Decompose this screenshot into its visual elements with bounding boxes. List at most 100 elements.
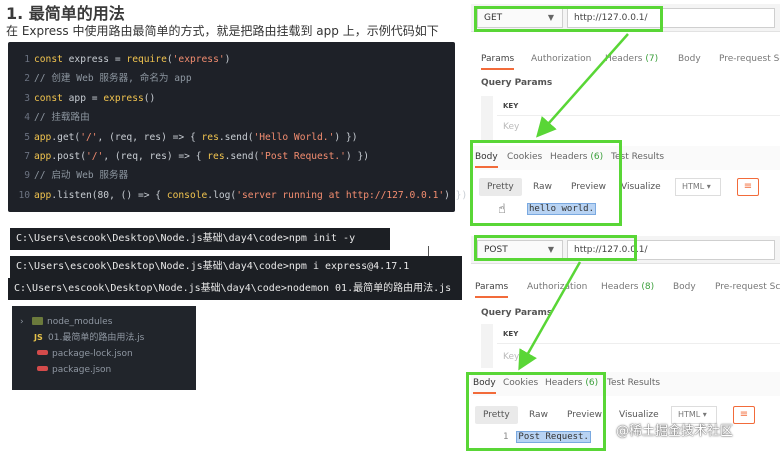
code-line: 9 // 启动 Web 服务器: [8, 166, 455, 185]
tab-pre-request[interactable]: Pre-request Scr: [719, 54, 780, 64]
code-token: const: [34, 92, 69, 104]
tree-item-node-modules[interactable]: › node_modules: [12, 314, 196, 330]
code-token: 'express': [172, 54, 225, 65]
language-label: HTML: [682, 182, 705, 191]
terminal-line-npm-init: C:\Users\escook\Desktop\Node.js基础\day4\c…: [10, 228, 390, 250]
code-line: 4 // 挂载路由: [8, 108, 455, 127]
code-token: 'Post Request.': [259, 150, 346, 162]
resp-tab-test-results[interactable]: Test Results: [607, 378, 660, 388]
code-token: .listen(80, () => {: [51, 189, 167, 201]
code-token: .send(: [218, 131, 254, 143]
tab-body[interactable]: Body: [673, 282, 696, 292]
tree-item-label: 01.最简单的路由用法.js: [48, 333, 145, 343]
tab-label: Headers: [601, 282, 639, 292]
code-token: // 创建 Web 服务器, 命名为 app: [34, 73, 192, 85]
code-token: , (req, res) => {: [97, 131, 202, 143]
code-token: res: [207, 150, 225, 162]
code-token: console: [166, 189, 208, 201]
highlight-get-url: [474, 6, 663, 32]
wrap-lines-icon[interactable]: ≡: [733, 406, 755, 424]
line-number: 1: [24, 54, 30, 65]
tree-item-label: package.json: [52, 365, 112, 375]
code-block: 1 const express = require('express') 2// 创…: [8, 42, 467, 212]
code-token: const: [34, 54, 69, 65]
file-explorer: › node_modules JS 01.最简单的路由用法.js package-l…: [12, 306, 196, 390]
tree-item-package-lock[interactable]: package-lock.json: [12, 346, 196, 362]
query-params-label: Query Params: [481, 308, 553, 318]
json-file-icon: [37, 350, 48, 355]
tab-headers[interactable]: Headers (8): [601, 282, 654, 292]
line-number: 5: [24, 131, 30, 143]
key-column-header: KEY: [497, 96, 780, 116]
code-line: 5 app.get('/', (req, res) => { res.send('…: [8, 128, 455, 147]
chevron-right-icon: ›: [20, 317, 24, 327]
highlight-post-response: [466, 372, 606, 451]
tab-authorization[interactable]: Authorization: [527, 282, 587, 292]
code-token: express: [103, 92, 144, 104]
tree-item-label: node_modules: [47, 317, 113, 327]
code-token: (): [143, 92, 156, 104]
tab-params[interactable]: Params: [481, 54, 515, 70]
line-number: 2: [24, 73, 30, 85]
js-file-icon: JS: [34, 333, 43, 342]
code-line: 3 const app = express(): [8, 89, 455, 108]
code-token: , (req, res) => {: [103, 150, 208, 162]
code-token: app: [34, 150, 52, 162]
tab-count: (8): [641, 282, 655, 292]
line-number: 9: [24, 170, 30, 182]
tab-pre-request[interactable]: Pre-request Scri: [715, 282, 780, 292]
code-line: 1 const express = require('express'): [8, 50, 455, 69]
code-token: ): [224, 54, 231, 65]
tab-label: Headers: [605, 54, 643, 64]
code-token: 'Hello World.': [253, 131, 335, 143]
tab-headers[interactable]: Headers (7): [605, 54, 658, 64]
json-file-icon: [37, 366, 48, 371]
line-number: 3: [24, 92, 30, 104]
code-token: '/': [85, 150, 104, 162]
query-params-label: Query Params: [481, 78, 553, 88]
request-tabs: Params Authorization Headers (8) Body Pr…: [471, 276, 780, 300]
code-line: 2 // 创建 Web 服务器, 命名为 app: [8, 69, 455, 88]
key-input[interactable]: Key: [497, 346, 780, 368]
highlight-post-url: [474, 235, 637, 261]
language-select[interactable]: HTML ▾: [675, 178, 721, 196]
highlight-get-response: [470, 140, 622, 226]
code-token: .post(: [51, 150, 86, 162]
request-tabs: Params Authorization Headers (7) Body Pr…: [471, 48, 780, 72]
code-token: app: [34, 189, 52, 201]
language-label: HTML: [678, 410, 701, 419]
code-token: .log(: [207, 189, 237, 201]
code-token: app: [34, 131, 52, 143]
tab-params[interactable]: Params: [475, 282, 509, 298]
key-input[interactable]: Key: [497, 116, 780, 138]
params-gutter: [481, 96, 493, 140]
wrap-lines-icon[interactable]: ≡: [737, 178, 759, 196]
code-token: require: [126, 54, 167, 65]
code-line: 10 app.listen(80, () => { console.log('se…: [8, 186, 467, 205]
code-token: res: [201, 131, 219, 143]
code-token: // 挂载路由: [34, 112, 90, 124]
code-token: '/': [80, 131, 98, 143]
code-token: express =: [68, 54, 127, 65]
tab-count: (7): [645, 54, 659, 64]
section-heading: 1. 最简单的用法: [6, 4, 125, 23]
code-token: .send(: [224, 150, 260, 162]
terminal-line-nodemon: C:\Users\escook\Desktop\Node.js基础\day4\c…: [8, 278, 462, 300]
tab-body[interactable]: Body: [678, 54, 701, 64]
line-number: 10: [18, 189, 30, 201]
code-token: ) }): [334, 131, 358, 143]
terminal-line-npm-install: C:\Users\escook\Desktop\Node.js基础\day4\c…: [10, 256, 462, 278]
tab-authorization[interactable]: Authorization: [531, 54, 591, 64]
params-gutter: [481, 324, 493, 368]
tree-item-label: package-lock.json: [52, 349, 133, 359]
key-column-header: KEY: [497, 324, 780, 344]
code-token: app =: [68, 92, 104, 104]
intro-text: 在 Express 中使用路由最简单的方式，就是把路由挂载到 app 上，示例代…: [6, 24, 439, 38]
code-token: ) }): [444, 189, 468, 201]
code-line: 7 app.post('/', (req, res) => { res.send(…: [8, 147, 455, 166]
code-token: // 启动 Web 服务器: [34, 170, 129, 182]
tree-item-js-file[interactable]: JS 01.最简单的路由用法.js: [12, 330, 196, 346]
code-token: ) }): [345, 150, 370, 162]
watermark: @稀土掘金技术社区: [616, 424, 734, 439]
tree-item-package-json[interactable]: package.json: [12, 362, 196, 378]
